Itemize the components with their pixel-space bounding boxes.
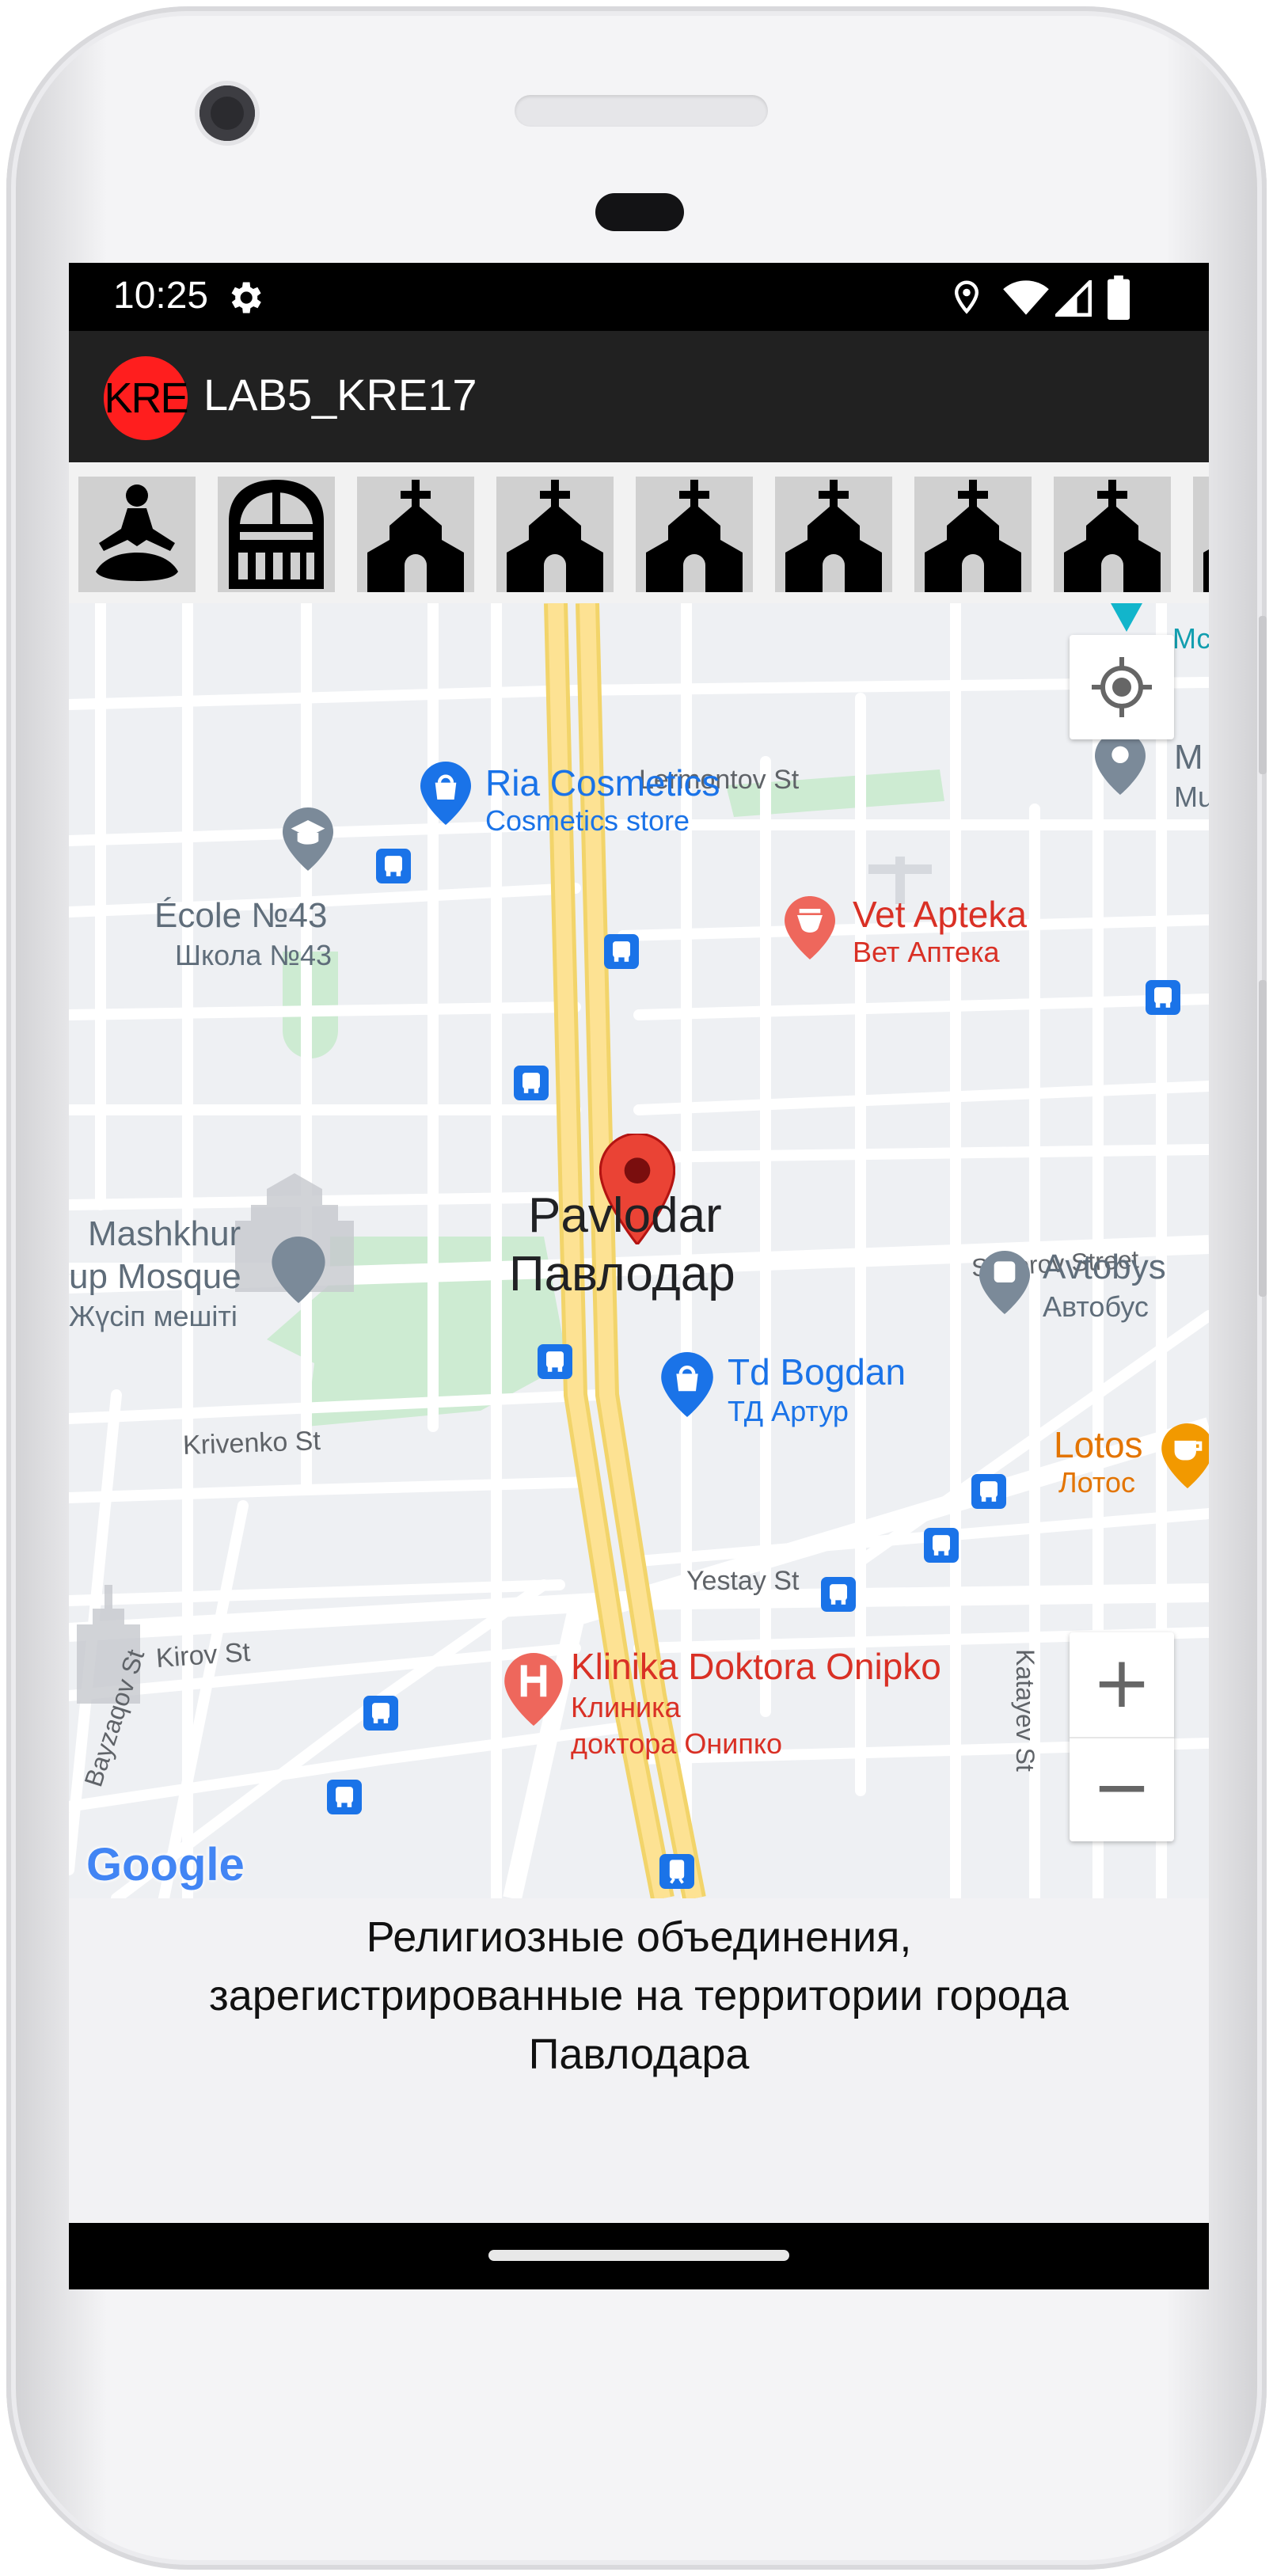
- earpiece: [595, 193, 684, 231]
- street-label: Yestay St: [686, 1566, 800, 1596]
- poi-name[interactable]: Mashkhur: [88, 1214, 241, 1254]
- mosque-icon: [229, 480, 324, 589]
- shopping-pin-icon: [661, 1352, 713, 1417]
- description-line: зарегистрированные на территории города: [208, 1972, 1070, 2019]
- tram-stop-icon: [659, 1854, 694, 1889]
- settings-icon: [231, 282, 261, 313]
- zoom-controls: + −: [1070, 1632, 1174, 1841]
- cell-signal-icon: [1055, 280, 1092, 317]
- poi-name[interactable]: up Mosque: [69, 1257, 241, 1297]
- bus-stop-icon: [514, 1066, 549, 1100]
- bus-station-pin-icon: [979, 1251, 1030, 1314]
- status-bar: 10:25: [69, 263, 1209, 331]
- hospital-pin-icon: [504, 1653, 563, 1726]
- church-button-3[interactable]: [636, 477, 753, 592]
- poi-category: Mu: [1174, 781, 1209, 813]
- poi-name[interactable]: Lotos: [1054, 1423, 1143, 1466]
- description-line: Религиозные объединения,: [366, 1913, 912, 1961]
- bus-stop-icon: [363, 1696, 398, 1731]
- bus-stop-icon: [971, 1474, 1006, 1509]
- poi-category: ТД Артур: [728, 1395, 849, 1427]
- church-icon: [1064, 480, 1161, 592]
- meditation-button[interactable]: [78, 477, 196, 592]
- zoom-in-button[interactable]: +: [1070, 1632, 1174, 1738]
- church-icon: [785, 480, 882, 592]
- street-label: Kirov St: [154, 1636, 252, 1674]
- church-icon: [367, 480, 464, 592]
- place-pin-icon: [1111, 603, 1142, 632]
- marker-title: Pavlodar: [528, 1188, 722, 1243]
- poi-name[interactable]: Klinika Doktora Onipko: [571, 1645, 941, 1688]
- app-logo: KRE: [104, 356, 189, 440]
- church-button-2[interactable]: [496, 477, 614, 592]
- church-icon: [925, 480, 1021, 592]
- church-icon: [646, 480, 743, 592]
- poi-category: Школа №43: [175, 939, 332, 971]
- bus-stop-icon: [821, 1577, 856, 1612]
- poi-name: М: [1174, 738, 1203, 777]
- bus-stop-icon: [1146, 980, 1180, 1015]
- meditation-icon: [96, 484, 178, 581]
- bus-stop-icon: [327, 1780, 362, 1814]
- status-time: 10:25: [113, 275, 209, 317]
- location-icon: [954, 280, 979, 314]
- church-button-1[interactable]: [357, 477, 474, 592]
- place-pin-icon: [1095, 731, 1146, 795]
- street-label: Katayev St: [1010, 1649, 1039, 1772]
- description-text: Религиозные объединения, зарегистрирован…: [101, 1908, 1177, 2084]
- volume-button: [1259, 980, 1267, 1297]
- poi-category: Вет Аптека: [853, 936, 1000, 968]
- front-camera: [200, 85, 255, 141]
- poi-name[interactable]: Ria Cosmetics: [485, 762, 720, 804]
- zoom-out-button[interactable]: −: [1070, 1738, 1174, 1841]
- poi-category: Cosmetics store: [485, 804, 690, 837]
- church-icon: [507, 480, 603, 592]
- power-button: [1259, 616, 1267, 774]
- google-logo: Google: [86, 1839, 245, 1890]
- poi-name[interactable]: École №43: [154, 896, 327, 936]
- poi-name[interactable]: Avtobys: [1043, 1248, 1166, 1287]
- pharmacy-pin-icon: [785, 896, 835, 959]
- cafe-pin-icon: [1161, 1423, 1209, 1488]
- poi-category: Мс: [1172, 622, 1209, 655]
- phone-frame: 10:25 KRE LAB5_KRE17 Lermontov St Suvoro…: [6, 6, 1267, 2570]
- bus-stop-icon: [538, 1344, 572, 1379]
- church-button-6[interactable]: [1054, 477, 1171, 592]
- app-bar: KRE LAB5_KRE17: [69, 331, 1209, 462]
- poi-name[interactable]: Vet Apteka: [853, 893, 1027, 936]
- speaker-grille: [515, 95, 768, 127]
- bus-stop-icon: [376, 849, 411, 883]
- church-button-7[interactable]: [1193, 477, 1209, 592]
- poi-name[interactable]: Td Bogdan: [728, 1351, 906, 1393]
- church-icon: [1203, 549, 1209, 592]
- street-label: Krivenko St: [182, 1425, 321, 1461]
- church-button-4[interactable]: [775, 477, 892, 592]
- poi-category: доктора Онипко: [571, 1727, 782, 1760]
- map-view[interactable]: Lermontov St Suvorov Street Krivenko St …: [69, 603, 1209, 1898]
- category-icon-row: [69, 462, 1209, 603]
- marker-subtitle: Павлодар: [509, 1247, 735, 1301]
- bus-stop-icon: [604, 934, 639, 969]
- home-gesture-handle[interactable]: [488, 2250, 789, 2261]
- my-location-button[interactable]: [1070, 635, 1174, 739]
- school-pin-icon: [283, 807, 333, 871]
- app-title: LAB5_KRE17: [203, 370, 477, 420]
- church-button-5[interactable]: [914, 477, 1032, 592]
- battery-icon: [1108, 275, 1130, 320]
- poi-category: Жүсіп мешіті: [69, 1300, 238, 1332]
- wifi-icon: [1003, 280, 1049, 315]
- bus-stop-icon: [924, 1528, 959, 1563]
- poi-category: Автобус: [1043, 1290, 1149, 1323]
- mosque-button[interactable]: [218, 477, 335, 592]
- poi-category: Лотос: [1058, 1466, 1135, 1499]
- crosshair-icon: [1092, 657, 1152, 717]
- navigation-bar: [69, 2223, 1209, 2289]
- poi-category: Клиника: [571, 1691, 681, 1723]
- screen: 10:25 KRE LAB5_KRE17 Lermontov St Suvoro…: [69, 263, 1209, 2289]
- shopping-pin-icon: [420, 762, 471, 825]
- description-line: Павлодара: [528, 2031, 750, 2078]
- mosque-pin-icon: [272, 1237, 325, 1303]
